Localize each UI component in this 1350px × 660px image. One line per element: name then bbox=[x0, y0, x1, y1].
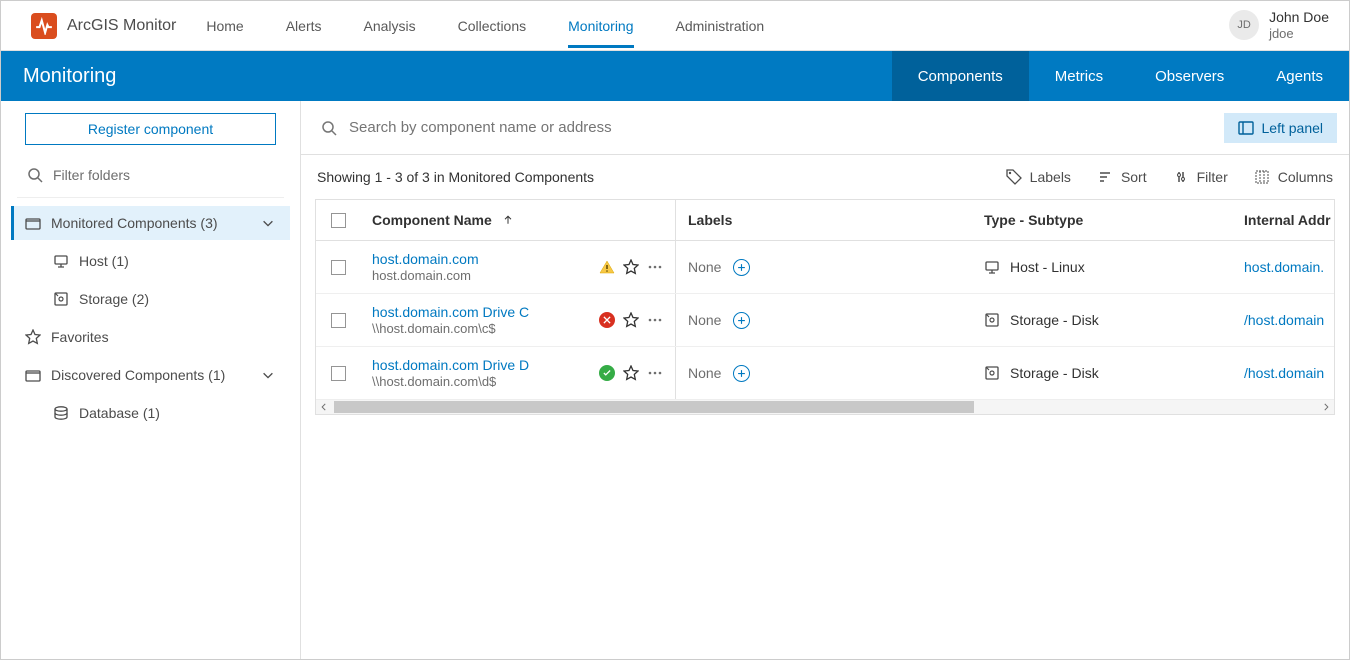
filter-folders-input[interactable]: Filter folders bbox=[11, 159, 290, 191]
chevron-down-icon[interactable] bbox=[260, 215, 276, 231]
component-link[interactable]: host.domain.com Drive D bbox=[372, 357, 529, 373]
topnav-collections[interactable]: Collections bbox=[458, 4, 526, 48]
chevron-down-icon[interactable] bbox=[260, 367, 276, 383]
page-header: Monitoring ComponentsMetricsObserversAge… bbox=[1, 51, 1349, 101]
brand[interactable]: ArcGIS Monitor bbox=[31, 13, 176, 39]
add-label-button[interactable] bbox=[733, 312, 750, 329]
search-icon bbox=[27, 167, 43, 183]
more-actions-icon[interactable] bbox=[647, 312, 663, 328]
user-login: jdoe bbox=[1269, 26, 1329, 42]
panel-icon bbox=[1238, 120, 1254, 136]
register-component-button[interactable]: Register component bbox=[25, 113, 276, 145]
col-component-name[interactable]: Component Name bbox=[360, 200, 676, 240]
add-label-button[interactable] bbox=[733, 365, 750, 382]
user-name: John Doe bbox=[1269, 9, 1329, 26]
label-value: None bbox=[688, 312, 721, 328]
left-panel-button[interactable]: Left panel bbox=[1224, 113, 1338, 143]
component-address: \\host.domain.com\d$ bbox=[372, 374, 529, 389]
tab-metrics[interactable]: Metrics bbox=[1029, 51, 1129, 101]
brand-text: ArcGIS Monitor bbox=[67, 17, 176, 35]
type-value: Storage - Disk bbox=[1010, 312, 1099, 328]
table-row: host.domain.com Drive C\\host.domain.com… bbox=[316, 294, 1334, 347]
tag-icon bbox=[1006, 169, 1022, 185]
internal-address-link[interactable]: host.domain. bbox=[1244, 259, 1324, 275]
internal-address-link[interactable]: /host.domain bbox=[1244, 312, 1324, 328]
page-title: Monitoring bbox=[23, 65, 116, 88]
component-address: \\host.domain.com\c$ bbox=[372, 321, 529, 336]
host-icon bbox=[53, 253, 69, 269]
label-value: None bbox=[688, 259, 721, 275]
storage-icon bbox=[984, 365, 1000, 381]
filter-action[interactable]: Filter bbox=[1173, 169, 1228, 185]
status-err-icon bbox=[599, 312, 615, 328]
table-row: host.domain.comhost.domain.com None Host -… bbox=[316, 241, 1334, 294]
labels-action[interactable]: Labels bbox=[1006, 169, 1071, 185]
col-labels[interactable]: Labels bbox=[676, 200, 972, 240]
topnav-home[interactable]: Home bbox=[206, 4, 243, 48]
more-actions-icon[interactable] bbox=[647, 259, 663, 275]
columns-icon bbox=[1254, 169, 1270, 185]
scroll-left-icon[interactable] bbox=[316, 400, 332, 414]
folder-discovered-components[interactable]: Discovered Components (1) bbox=[11, 358, 290, 392]
favorite-star-icon[interactable] bbox=[623, 312, 639, 328]
type-value: Storage - Disk bbox=[1010, 365, 1099, 381]
type-value: Host - Linux bbox=[1010, 259, 1085, 275]
folder-favorites[interactable]: Favorites bbox=[11, 320, 290, 354]
folder-monitored-components[interactable]: Monitored Components (3) bbox=[11, 206, 290, 240]
folder-icon bbox=[25, 215, 41, 231]
label-value: None bbox=[688, 365, 721, 381]
user-menu[interactable]: JD John Doe jdoe bbox=[1229, 9, 1329, 41]
storage-icon bbox=[53, 291, 69, 307]
component-link[interactable]: host.domain.com Drive C bbox=[372, 304, 529, 320]
component-address: host.domain.com bbox=[372, 268, 479, 283]
more-actions-icon[interactable] bbox=[647, 365, 663, 381]
topnav-administration[interactable]: Administration bbox=[676, 4, 765, 48]
folder-host[interactable]: Host (1) bbox=[11, 244, 290, 278]
search-icon bbox=[321, 120, 337, 136]
col-internal-address[interactable]: Internal Addr bbox=[1232, 200, 1335, 240]
host-icon bbox=[984, 259, 1000, 275]
row-checkbox[interactable] bbox=[331, 313, 346, 328]
arrow-up-icon bbox=[500, 212, 516, 228]
tab-observers[interactable]: Observers bbox=[1129, 51, 1250, 101]
brand-logo-icon bbox=[31, 13, 57, 39]
select-all-checkbox[interactable] bbox=[331, 213, 346, 228]
scroll-thumb[interactable] bbox=[334, 401, 974, 413]
tab-agents[interactable]: Agents bbox=[1250, 51, 1349, 101]
row-checkbox[interactable] bbox=[331, 260, 346, 275]
sidebar: Register component Filter folders Monito… bbox=[1, 101, 301, 659]
components-table: Component Name Labels Type - Subtype Int… bbox=[315, 199, 1335, 415]
internal-address-link[interactable]: /host.domain bbox=[1244, 365, 1324, 381]
results-count: Showing 1 - 3 of 3 in Monitored Componen… bbox=[317, 169, 594, 185]
avatar: JD bbox=[1229, 10, 1259, 40]
row-checkbox[interactable] bbox=[331, 366, 346, 381]
columns-action[interactable]: Columns bbox=[1254, 169, 1333, 185]
star-icon bbox=[25, 329, 41, 345]
favorite-star-icon[interactable] bbox=[623, 365, 639, 381]
col-type[interactable]: Type - Subtype bbox=[972, 200, 1232, 240]
folder-icon bbox=[25, 367, 41, 383]
folder-database[interactable]: Database (1) bbox=[11, 396, 290, 430]
sort-icon bbox=[1097, 169, 1113, 185]
add-label-button[interactable] bbox=[733, 259, 750, 276]
topnav-alerts[interactable]: Alerts bbox=[286, 4, 322, 48]
horizontal-scrollbar[interactable] bbox=[316, 399, 1334, 414]
status-ok-icon bbox=[599, 365, 615, 381]
topnav-analysis[interactable]: Analysis bbox=[364, 4, 416, 48]
status-warn-icon bbox=[599, 259, 615, 275]
main-panel: Left panel Showing 1 - 3 of 3 in Monitor… bbox=[301, 101, 1349, 659]
favorite-star-icon[interactable] bbox=[623, 259, 639, 275]
sort-action[interactable]: Sort bbox=[1097, 169, 1147, 185]
folder-storage[interactable]: Storage (2) bbox=[11, 282, 290, 316]
top-nav: ArcGIS Monitor Home Alerts Analysis Collect… bbox=[1, 1, 1349, 51]
storage-icon bbox=[984, 312, 1000, 328]
tab-components[interactable]: Components bbox=[892, 51, 1029, 101]
database-icon bbox=[53, 405, 69, 421]
scroll-right-icon[interactable] bbox=[1318, 400, 1334, 414]
topnav-monitoring[interactable]: Monitoring bbox=[568, 4, 633, 48]
table-row: host.domain.com Drive D\\host.domain.com… bbox=[316, 347, 1334, 399]
component-link[interactable]: host.domain.com bbox=[372, 251, 479, 267]
search-input[interactable] bbox=[313, 119, 1212, 136]
filter-icon bbox=[1173, 169, 1189, 185]
